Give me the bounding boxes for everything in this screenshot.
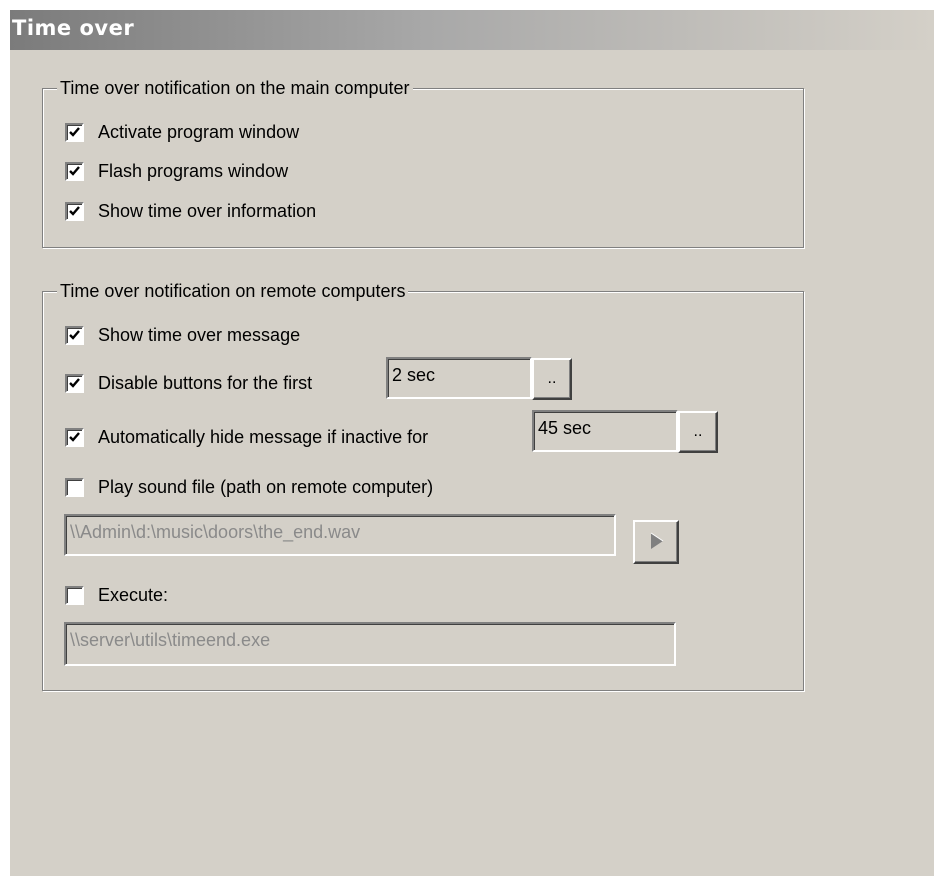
- disable-buttons-duration-field[interactable]: 2 sec: [386, 357, 532, 399]
- main-computer-group: Time over notification on the main compu…: [42, 77, 804, 248]
- play-icon: [650, 532, 664, 549]
- main-computer-group-label: Time over notification on the main compu…: [57, 77, 413, 99]
- play-sound-checkbox[interactable]: [65, 477, 84, 497]
- auto-hide-browse-button[interactable]: ..: [678, 411, 718, 453]
- play-sound-option[interactable]: Play sound file (path on remote computer…: [65, 475, 433, 499]
- show-time-over-message-option[interactable]: Show time over message: [65, 323, 300, 347]
- show-time-over-information-option[interactable]: Show time over information: [65, 199, 316, 223]
- time-over-panel: Time over Time over notification on the …: [10, 10, 934, 876]
- activate-program-window-label: Activate program window: [98, 121, 300, 142]
- play-sound-button[interactable]: [633, 520, 679, 564]
- auto-hide-checkbox[interactable]: [65, 427, 84, 447]
- auto-hide-option[interactable]: Automatically hide message if inactive f…: [65, 425, 428, 449]
- flash-programs-window-label: Flash programs window: [98, 160, 289, 181]
- disable-buttons-label: Disable buttons for the first: [98, 372, 313, 393]
- play-sound-label: Play sound file (path on remote computer…: [98, 476, 434, 497]
- page-title: Time over: [12, 16, 135, 40]
- disable-buttons-checkbox[interactable]: [65, 373, 84, 393]
- show-time-over-information-checkbox[interactable]: [65, 201, 84, 221]
- auto-hide-label: Automatically hide message if inactive f…: [98, 426, 429, 447]
- flash-programs-window-option[interactable]: Flash programs window: [65, 159, 288, 183]
- auto-hide-duration-field[interactable]: 45 sec: [532, 410, 678, 452]
- show-time-over-information-label: Show time over information: [98, 200, 317, 221]
- execute-path-field[interactable]: \\server\utils\timeend.exe: [64, 622, 676, 666]
- show-time-over-message-label: Show time over message: [98, 324, 301, 345]
- disable-buttons-browse-button[interactable]: ..: [532, 358, 572, 400]
- remote-computers-group: Time over notification on remote compute…: [42, 280, 804, 691]
- sound-file-path-field[interactable]: \\Admin\d:\music\doors\the_end.wav: [64, 514, 616, 556]
- execute-label: Execute:: [98, 584, 169, 605]
- activate-program-window-checkbox[interactable]: [65, 122, 84, 142]
- activate-program-window-option[interactable]: Activate program window: [65, 120, 299, 144]
- execute-checkbox[interactable]: [65, 585, 84, 605]
- flash-programs-window-checkbox[interactable]: [65, 161, 84, 181]
- show-time-over-message-checkbox[interactable]: [65, 325, 84, 345]
- execute-option[interactable]: Execute:: [65, 583, 168, 607]
- panel-header: Time over: [10, 10, 934, 50]
- remote-computers-group-label: Time over notification on remote compute…: [57, 280, 409, 302]
- disable-buttons-option[interactable]: Disable buttons for the first: [65, 371, 312, 395]
